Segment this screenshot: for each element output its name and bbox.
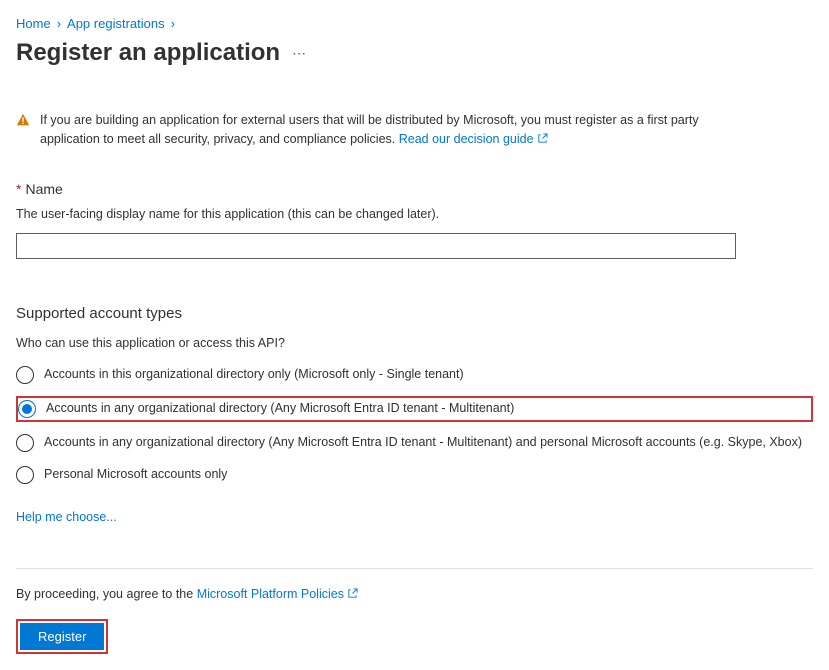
external-link-icon [347, 588, 358, 599]
help-me-choose-link[interactable]: Help me choose... [16, 510, 117, 524]
account-type-option[interactable]: Accounts in any organizational directory… [16, 432, 813, 454]
breadcrumb-home[interactable]: Home [16, 16, 51, 31]
warning-banner: If you are building an application for e… [16, 111, 813, 149]
account-types-radio-group: Accounts in this organizational director… [16, 364, 813, 486]
radio-label: Accounts in any organizational directory… [44, 434, 802, 452]
warning-text: If you are building an application for e… [40, 111, 753, 149]
name-help-text: The user-facing display name for this ap… [16, 207, 813, 221]
account-type-option[interactable]: Accounts in this organizational director… [16, 364, 813, 386]
breadcrumb-app-registrations[interactable]: App registrations [67, 16, 165, 31]
radio-label: Accounts in any organizational directory… [46, 400, 514, 418]
name-label: *Name [16, 181, 813, 197]
account-types-heading: Supported account types [16, 305, 813, 322]
radio-icon [16, 366, 34, 384]
radio-icon [18, 400, 36, 418]
account-type-option[interactable]: Personal Microsoft accounts only [16, 464, 813, 486]
divider [16, 568, 813, 569]
register-button-highlight: Register [16, 619, 108, 654]
warning-icon [16, 113, 30, 127]
name-input[interactable] [16, 233, 736, 259]
chevron-right-icon: › [57, 16, 61, 31]
account-types-subtext: Who can use this application or access t… [16, 336, 813, 350]
proceed-text: By proceeding, you agree to the Microsof… [16, 587, 813, 601]
radio-icon [16, 434, 34, 452]
page-title: Register an application [16, 39, 280, 67]
breadcrumb: Home › App registrations › [16, 16, 813, 31]
required-indicator: * [16, 181, 21, 197]
platform-policies-link[interactable]: Microsoft Platform Policies [197, 587, 358, 601]
radio-label: Accounts in this organizational director… [44, 366, 464, 384]
chevron-right-icon: › [171, 16, 175, 31]
register-button[interactable]: Register [20, 623, 104, 650]
radio-label: Personal Microsoft accounts only [44, 466, 227, 484]
decision-guide-link[interactable]: Read our decision guide [399, 132, 548, 146]
radio-icon [16, 466, 34, 484]
external-link-icon [537, 133, 548, 144]
account-type-option[interactable]: Accounts in any organizational directory… [16, 396, 813, 422]
more-actions-icon[interactable]: ⋯ [292, 45, 306, 62]
